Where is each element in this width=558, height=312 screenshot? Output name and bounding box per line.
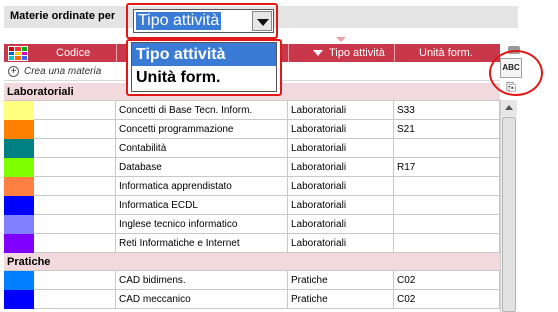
cell-name[interactable]: CAD meccanico: [116, 290, 288, 309]
cell-unit[interactable]: [394, 196, 500, 215]
create-label[interactable]: Crea una materia: [24, 66, 101, 77]
color-swatch[interactable]: [4, 215, 34, 234]
table-row[interactable]: Informatica apprendistato Laboratoriali: [4, 177, 500, 196]
color-swatch[interactable]: [4, 196, 34, 215]
cell-code[interactable]: [34, 139, 116, 158]
cell-code[interactable]: [34, 158, 116, 177]
sort-select-value: Tipo attività: [134, 11, 223, 31]
sort-option-unit[interactable]: Unità form.: [132, 66, 276, 89]
table-row[interactable]: Database Laboratoriali R17: [4, 158, 500, 177]
cell-code[interactable]: [34, 215, 116, 234]
sort-option-type[interactable]: Tipo attività: [132, 43, 276, 66]
cell-name[interactable]: Concetti di Base Tecn. Inform.: [116, 101, 288, 120]
cell-name[interactable]: CAD bidimens.: [116, 271, 288, 290]
column-header-type-label: Tipo attività: [329, 47, 385, 59]
color-swatch[interactable]: [4, 158, 34, 177]
cell-type[interactable]: Laboratoriali: [288, 139, 394, 158]
cell-code[interactable]: [34, 196, 116, 215]
cell-name[interactable]: Inglese tecnico informatico: [116, 215, 288, 234]
sort-label: Materie ordinate per: [10, 10, 116, 22]
table-row[interactable]: CAD meccanico Pratiche C02: [4, 290, 500, 309]
chevron-down-icon[interactable]: [252, 11, 272, 31]
scroll-up-button[interactable]: [501, 100, 517, 116]
color-swatch[interactable]: [4, 271, 34, 290]
plus-icon[interactable]: +: [8, 66, 19, 77]
cell-code[interactable]: [34, 234, 116, 253]
cell-code[interactable]: [34, 290, 116, 309]
cell-unit[interactable]: C02: [394, 271, 500, 290]
table-row[interactable]: Inglese tecnico informatico Laboratoriali: [4, 215, 500, 234]
cell-type[interactable]: Laboratoriali: [288, 120, 394, 139]
table-row[interactable]: Reti Informatiche e Internet Laboratorial…: [4, 234, 500, 253]
color-swatch[interactable]: [4, 139, 34, 158]
cell-unit[interactable]: [394, 234, 500, 253]
cell-name[interactable]: Database: [116, 158, 288, 177]
column-header-unit[interactable]: Unità form.: [394, 44, 500, 62]
cell-unit[interactable]: R17: [394, 158, 500, 177]
column-header-type[interactable]: Tipo attività: [288, 44, 394, 62]
column-header-code[interactable]: Codice: [56, 44, 90, 62]
cell-name[interactable]: Contabilità: [116, 139, 288, 158]
sort-select[interactable]: Tipo attività: [133, 9, 274, 33]
cell-type[interactable]: Laboratoriali: [288, 177, 394, 196]
cell-code[interactable]: [34, 101, 116, 120]
sort-indicator-icon: [336, 37, 346, 42]
color-swatch[interactable]: [4, 177, 34, 196]
cell-type[interactable]: Pratiche: [288, 290, 394, 309]
cell-unit[interactable]: [394, 177, 500, 196]
group-row[interactable]: Pratiche: [4, 253, 500, 271]
cell-unit[interactable]: [394, 139, 500, 158]
cell-type[interactable]: Laboratoriali: [288, 234, 394, 253]
tool-highlight-circle: [489, 50, 543, 96]
sort-desc-icon: [313, 50, 323, 57]
color-swatch[interactable]: [4, 101, 34, 120]
cell-name[interactable]: Reti Informatiche e Internet: [116, 234, 288, 253]
table-row[interactable]: Informatica ECDL Laboratoriali: [4, 196, 500, 215]
cell-type[interactable]: Laboratoriali: [288, 215, 394, 234]
table-row[interactable]: CAD bidimens. Pratiche C02: [4, 271, 500, 290]
cell-unit[interactable]: C02: [394, 290, 500, 309]
cell-name[interactable]: Informatica apprendistato: [116, 177, 288, 196]
vertical-scrollbar[interactable]: [500, 100, 517, 312]
cell-code[interactable]: [34, 271, 116, 290]
color-swatch[interactable]: [4, 234, 34, 253]
table-row[interactable]: Concetti di Base Tecn. Inform. Laboratori…: [4, 101, 500, 120]
cell-type[interactable]: Laboratoriali: [288, 158, 394, 177]
cell-name[interactable]: Concetti programmazione: [116, 120, 288, 139]
table-row[interactable]: Concetti programmazione Laboratoriali S21: [4, 120, 500, 139]
cell-unit[interactable]: [394, 215, 500, 234]
subjects-table: Laboratoriali Concetti di Base Tecn. Info…: [4, 83, 500, 312]
cell-type[interactable]: Laboratoriali: [288, 101, 394, 120]
cell-type[interactable]: Laboratoriali: [288, 196, 394, 215]
color-swatch[interactable]: [4, 290, 34, 309]
cell-name[interactable]: Informatica ECDL: [116, 196, 288, 215]
cell-code[interactable]: [34, 120, 116, 139]
sort-options-list: Tipo attività Unità form.: [131, 42, 277, 92]
cell-code[interactable]: [34, 177, 116, 196]
cell-unit[interactable]: S33: [394, 101, 500, 120]
table-row[interactable]: Contabilità Laboratoriali: [4, 139, 500, 158]
color-grid-icon[interactable]: [8, 46, 28, 61]
color-swatch[interactable]: [4, 120, 34, 139]
cell-type[interactable]: Pratiche: [288, 271, 394, 290]
scroll-thumb[interactable]: [502, 117, 516, 312]
cell-unit[interactable]: S21: [394, 120, 500, 139]
